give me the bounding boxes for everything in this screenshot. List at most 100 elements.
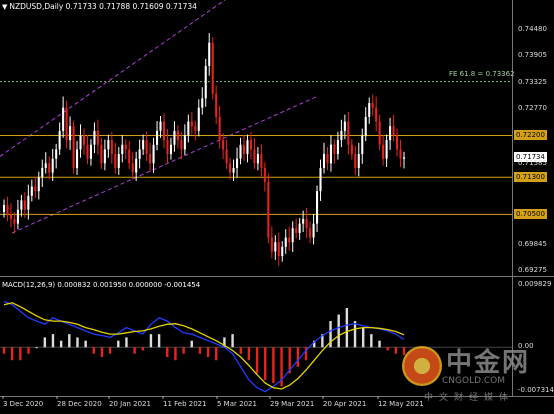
- candle-body: [62, 107, 65, 131]
- macd-histogram-bar: [92, 347, 95, 354]
- time-axis-label: 3 Dec 2020: [3, 400, 44, 408]
- candle-body: [69, 126, 72, 141]
- candle-body: [375, 107, 378, 122]
- candle-body: [121, 144, 124, 155]
- candle-body: [350, 144, 353, 155]
- candle-body: [382, 144, 385, 159]
- macd-histogram-bar: [27, 347, 30, 354]
- macd-histogram-bar: [76, 337, 79, 348]
- macd-histogram-bar: [133, 347, 136, 354]
- candle-body: [187, 121, 190, 136]
- symbol-dropdown-icon[interactable]: ▼: [2, 3, 7, 11]
- candle-body: [103, 149, 106, 164]
- logo-domain-text: CNGOLD.COM: [442, 376, 506, 386]
- candle-body: [23, 200, 26, 210]
- macd-histogram-bar: [206, 347, 210, 358]
- candle-body: [169, 144, 172, 155]
- candle-body: [302, 219, 305, 224]
- candle-body: [180, 140, 183, 150]
- candle-body: [316, 191, 319, 224]
- candle-body: [371, 103, 374, 108]
- candle-body: [322, 154, 326, 168]
- price-axis-label: 0.73325: [518, 78, 547, 87]
- candle-body: [236, 158, 239, 168]
- macd-histogram-bar: [43, 337, 47, 348]
- candle-body: [9, 214, 12, 220]
- candle-body: [218, 116, 221, 141]
- price-axis-label: 0.72770: [518, 104, 547, 113]
- candle-body: [20, 200, 23, 210]
- macd-histogram-bar: [215, 347, 218, 361]
- macd-histogram-bar: [378, 340, 381, 348]
- candle-body: [86, 144, 89, 159]
- candle-body: [368, 103, 371, 117]
- candle-body: [110, 140, 113, 155]
- candle-body: [249, 140, 252, 150]
- candle-body: [312, 223, 315, 238]
- candle-body: [2, 205, 6, 213]
- macd-histogram-bar: [157, 334, 161, 348]
- candle-body: [392, 126, 395, 136]
- candle-body: [166, 140, 169, 155]
- macd-histogram-bar: [117, 340, 120, 348]
- candle-body: [58, 130, 61, 150]
- candle-body: [399, 149, 402, 159]
- macd-histogram-bar: [141, 347, 144, 351]
- candle-body: [281, 246, 284, 257]
- macd-histogram-bar: [100, 347, 104, 358]
- candle-body: [229, 163, 232, 173]
- candle-body: [27, 195, 30, 210]
- macd-histogram-bar: [361, 327, 365, 348]
- candle-body: [385, 140, 388, 159]
- macd-histogram-bar: [19, 347, 22, 361]
- time-axis-label: 11 Feb 2021: [163, 400, 207, 408]
- candle-body: [55, 149, 58, 159]
- macd-histogram-bar: [239, 347, 242, 354]
- candle-body: [65, 107, 68, 141]
- macd-histogram-bar: [182, 347, 185, 354]
- candle-body: [41, 167, 44, 178]
- candle-body: [232, 167, 235, 173]
- price-chart-panel[interactable]: [0, 0, 554, 277]
- price-axis-label: 0.69845: [518, 239, 547, 248]
- candle-body: [152, 144, 155, 164]
- candle-body: [225, 149, 228, 164]
- price-chart-svg[interactable]: [0, 0, 554, 277]
- candle-body: [288, 237, 291, 243]
- macd-histogram-bar: [2, 347, 6, 354]
- candle-body: [82, 135, 86, 145]
- candle-body: [211, 42, 214, 94]
- candle-body: [124, 144, 127, 150]
- level-price-tag: 0.72200: [514, 130, 547, 141]
- macd-header: MACD(12,26,9) 0.000832 0.001950 0.000000…: [2, 281, 201, 289]
- price-axis-label: 0.74480: [518, 24, 547, 33]
- logo-brand-text: 中金网: [446, 348, 531, 378]
- candle-body: [253, 149, 256, 164]
- macd-histogram-bar: [166, 347, 169, 358]
- candle-body: [298, 223, 301, 233]
- logo-tagline-text: 中文财经媒体: [424, 393, 515, 403]
- candle-body: [295, 228, 298, 233]
- candle-body: [364, 116, 367, 136]
- candle-body: [131, 163, 134, 173]
- macd-histogram-bar: [174, 347, 177, 361]
- fib-extension-label: FE 61.8 = 0.73362: [449, 70, 515, 78]
- candle-body: [51, 158, 54, 173]
- macd-histogram-bar: [68, 334, 71, 348]
- candle-body: [242, 144, 246, 155]
- macd-histogram-bar: [247, 347, 251, 361]
- time-axis-label: 20 Apr 2021: [323, 400, 367, 408]
- candle-body: [270, 237, 273, 252]
- macd-histogram-bar: [59, 340, 63, 348]
- candle-body: [208, 42, 211, 66]
- candle-body: [197, 107, 200, 131]
- candle-body: [305, 219, 308, 229]
- candle-body: [194, 126, 197, 131]
- price-axis-label: 0.71585: [518, 159, 547, 168]
- level-price-tag: 0.70500: [514, 209, 547, 220]
- cngold-logo-emblem: [402, 346, 442, 386]
- candle-body: [79, 135, 82, 150]
- macd-histogram-bar: [190, 340, 193, 348]
- candle-body: [16, 209, 19, 224]
- macd-histogram-bar: [264, 347, 267, 380]
